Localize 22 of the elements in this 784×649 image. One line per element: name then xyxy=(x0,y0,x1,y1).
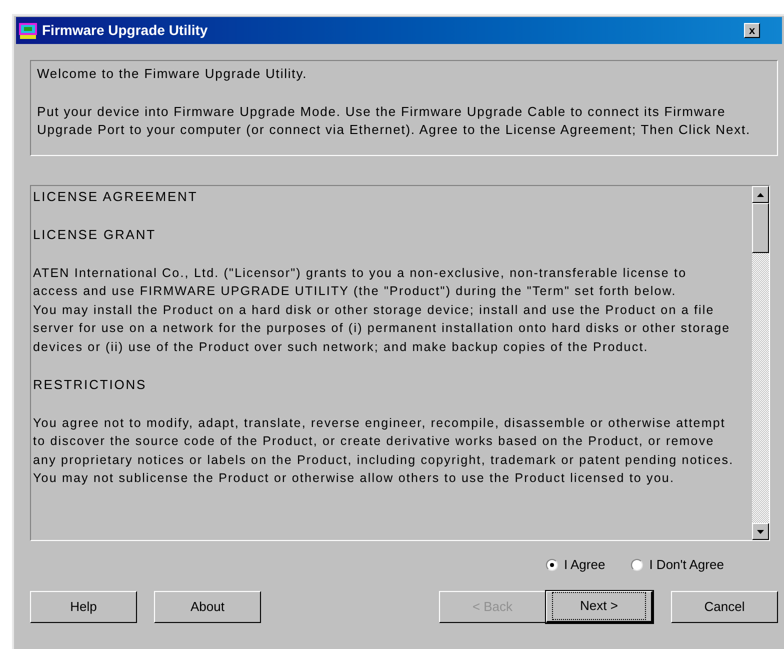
scrollbar[interactable] xyxy=(752,186,769,540)
instruction-text: Put your device into Firmware Upgrade Mode. Use the Firmware Upgrade Cable to connect its Firmware Upgrade Port to your computer (or connect via Ethernet). Agree to the License Agreement; Then Click Next. xyxy=(37,103,752,139)
license-paragraph: You agree not to modify, adapt, translate, reverse engineer, recompile, disassemble or otherwise attempt to discover the source code of the Product, or create derivative works based on the Product, or remove any proprietary notices or labels on the Product, including copyright, trademark or patent pending notices. You may not sublicense the Product or otherwise allow others to use the Product licensed to you. xyxy=(33,415,735,488)
dialog-button[interactable]: Cancel xyxy=(671,590,778,622)
scroll-down-button[interactable] xyxy=(752,523,769,540)
scroll-up-button[interactable] xyxy=(752,186,769,203)
section-heading: LICENSE GRANT xyxy=(33,226,157,244)
dialog-button[interactable]: Next > xyxy=(546,590,653,622)
dialog-button[interactable]: Help xyxy=(30,590,137,622)
dialog-button[interactable]: About xyxy=(154,590,261,622)
up-arrow-icon xyxy=(757,192,764,196)
window-title: Firmware Upgrade Utility xyxy=(42,21,208,40)
agreement-radio[interactable]: I Don't Agree xyxy=(631,555,724,574)
agreement-radio[interactable]: I Agree xyxy=(546,555,606,574)
instruction-text: Welcome to the Fimware Upgrade Utility. xyxy=(37,65,308,83)
section-heading: RESTRICTIONS xyxy=(33,376,148,394)
scroll-thumb[interactable] xyxy=(752,203,769,253)
close-button[interactable]: x xyxy=(744,23,760,38)
section-heading: LICENSE AGREEMENT xyxy=(33,188,199,206)
down-arrow-icon xyxy=(757,530,764,534)
app-icon xyxy=(18,20,38,40)
license-paragraph: ATEN International Co., Ltd. ("Licensor") grants to you a non-exclusive, non-transferable license to access and use FIRMWARE UPGRADE UTILITY (the "Product") during the "Term" set forth below. You may install the Product on a hard disk or other storage device; install and use the Product on a file server for use on a network for the purposes of (i) permanent installation onto hard disks or other storage devices or (ii) use of the Product over such network; and make backup copies of the Product. xyxy=(33,265,732,356)
